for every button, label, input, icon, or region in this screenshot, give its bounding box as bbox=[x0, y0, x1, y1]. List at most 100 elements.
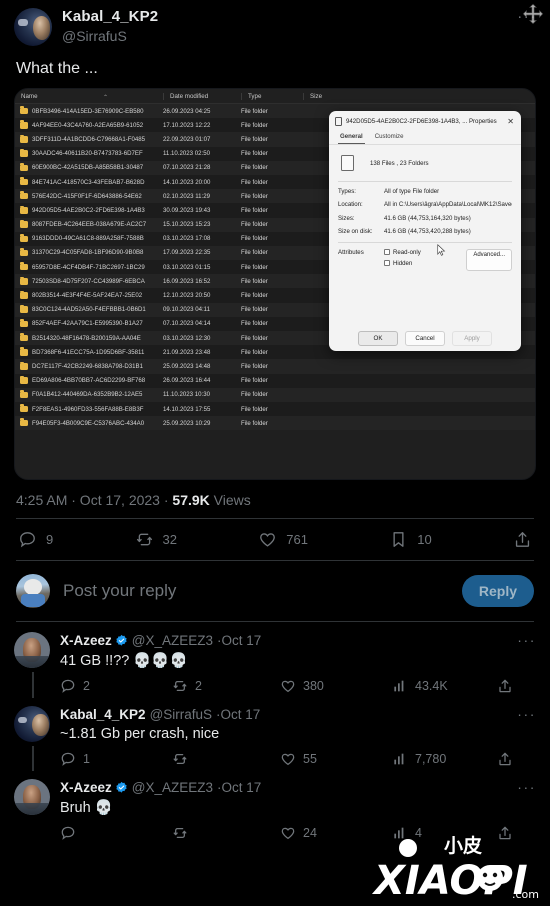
reply-comment-action[interactable] bbox=[60, 825, 172, 841]
reply-item[interactable]: X-Azeez @X_AZEEZ3 · Oct 17 ··· 41 GB !!?? 💀… bbox=[0, 622, 550, 698]
reply-date[interactable]: Oct 17 bbox=[222, 780, 262, 795]
column-header-name[interactable]: Name ⌃ bbox=[15, 93, 163, 101]
reply-item[interactable]: X-Azeez @X_AZEEZ3 · Oct 17 ··· Bruh 💀 24 4 bbox=[0, 769, 550, 843]
reply-views-count: 7,780 bbox=[415, 752, 447, 766]
reply-author-handle[interactable]: @X_AZEEZ3 bbox=[132, 633, 213, 648]
folder-icon bbox=[20, 177, 28, 186]
cell-date: 14.10.2023 20:00 bbox=[163, 178, 211, 186]
cell-name: 31370C29-4C05FAD8-1BF96D90-9B0B8 bbox=[15, 248, 163, 256]
verified-badge-icon bbox=[116, 634, 127, 646]
checkbox-label: Hidden bbox=[393, 259, 413, 267]
folder-icon bbox=[20, 333, 28, 342]
advanced-button[interactable]: Advanced... bbox=[466, 248, 512, 271]
property-value: 41.6 GB (44,753,164,320 bytes) bbox=[384, 214, 471, 222]
cell-date: 07.10.2023 21:28 bbox=[163, 164, 211, 172]
table-row[interactable]: ED69A806-4BB70BB7-AC6D2299-BF768 26.09.20… bbox=[15, 373, 535, 388]
reply-share-action[interactable] bbox=[497, 678, 513, 694]
reply-item[interactable]: Kabal_4_KP2 @SirrafuS · Oct 17 ··· ~1.81 Gb… bbox=[0, 696, 550, 771]
cell-type: File folder bbox=[241, 320, 268, 328]
avatar[interactable] bbox=[14, 8, 52, 46]
cell-name: 83C0C124-4AD52A50-F4EFBBB1-0B6D1 bbox=[15, 304, 163, 313]
replies-list: X-Azeez @X_AZEEZ3 · Oct 17 ··· 41 GB !!?? 💀… bbox=[0, 622, 550, 843]
cell-name: 30AADC46-40611B20-B7473783-6D7EF bbox=[15, 148, 163, 157]
author-display-name[interactable]: Kabal_4_KP2 bbox=[62, 8, 158, 26]
reply-more-button[interactable]: ··· bbox=[517, 779, 536, 795]
reply-date[interactable]: Oct 17 bbox=[222, 633, 262, 648]
avatar[interactable] bbox=[16, 574, 50, 608]
reply-views-action[interactable]: 7,780 bbox=[392, 751, 497, 767]
reply-views-action[interactable]: 4 bbox=[392, 825, 497, 841]
retweet-count: 32 bbox=[162, 532, 177, 547]
cell-type: File folder bbox=[241, 292, 268, 300]
reply-author-name[interactable]: X-Azeez bbox=[60, 780, 112, 795]
cell-name: ED69A806-4BB70BB7-AC6D2299-BF768 bbox=[15, 375, 163, 384]
reply-author-handle[interactable]: @X_AZEEZ3 bbox=[132, 780, 213, 795]
properties-summary-row: 138 Files , 23 Folders bbox=[338, 153, 512, 178]
reply-button[interactable]: Reply bbox=[461, 575, 534, 607]
cell-name: F0A1B412-440469DA-6352B9B2-12AE5 bbox=[15, 390, 163, 398]
reply-retweet-action[interactable]: 2 bbox=[172, 678, 280, 694]
table-row[interactable]: DC7E117F-42CB2249-6838A798-D31B1 25.09.20… bbox=[15, 359, 535, 374]
reply-like-action[interactable]: 24 bbox=[280, 825, 392, 841]
reply-author-name[interactable]: X-Azeez bbox=[60, 633, 112, 648]
cell-type: File folder bbox=[241, 334, 268, 342]
properties-dialog[interactable]: 942D05D5-4AE2B0C2-2FD6E398-1A4B3, ... Pr… bbox=[329, 111, 521, 351]
reply-more-button[interactable]: ··· bbox=[517, 632, 536, 648]
post-retweet-action[interactable]: 32 bbox=[135, 530, 177, 549]
reply-views-action[interactable]: 43.4K bbox=[392, 678, 497, 694]
folder-icon bbox=[20, 361, 28, 370]
post-like-action[interactable]: 761 bbox=[258, 530, 308, 549]
avatar[interactable] bbox=[14, 779, 50, 815]
avatar[interactable] bbox=[14, 632, 50, 668]
table-row[interactable]: F2F8EAS1-4960FD33-556FA88B-E8B3F 14.10.20… bbox=[15, 401, 535, 417]
checkbox-read-only[interactable]: Read-only bbox=[384, 249, 421, 256]
post-reply-action[interactable]: 9 bbox=[18, 530, 53, 549]
reply-like-action[interactable]: 55 bbox=[280, 751, 392, 767]
close-icon[interactable]: ✕ bbox=[504, 117, 517, 126]
reply-author-name[interactable]: Kabal_4_KP2 bbox=[60, 707, 146, 722]
checkbox-icon[interactable] bbox=[384, 260, 390, 267]
reply-share-action[interactable] bbox=[497, 825, 513, 841]
verified-badge-icon bbox=[116, 781, 127, 793]
tab-customize[interactable]: Customize bbox=[373, 131, 406, 144]
reply-comment-action[interactable]: 2 bbox=[60, 678, 172, 694]
analytics-icon bbox=[394, 680, 404, 692]
checkbox-icon[interactable] bbox=[384, 249, 390, 256]
reply-retweet-action[interactable] bbox=[172, 825, 280, 841]
svg-text:.com: .com bbox=[512, 888, 539, 901]
author-handle[interactable]: @SirrafuS bbox=[62, 28, 158, 45]
reply-share-action[interactable] bbox=[497, 751, 513, 767]
reply-input[interactable]: Post your reply bbox=[63, 581, 462, 601]
file-name: 942D05D5-4AE2B0C2-2FD6E398-1A4B3 bbox=[32, 206, 145, 214]
divider bbox=[338, 241, 512, 243]
reply-retweet-action[interactable] bbox=[172, 751, 280, 767]
post-bookmark-action[interactable]: 10 bbox=[389, 530, 432, 549]
reply-like-action[interactable]: 380 bbox=[280, 678, 392, 694]
file-name: 60E900BC-42A515DB-A85B58B1-30487 bbox=[32, 164, 144, 172]
checkbox-hidden[interactable]: Hidden bbox=[384, 260, 421, 267]
table-row[interactable]: F94E05F3-4B009C9E-C5376ABC-434A0 25.09.20… bbox=[15, 416, 535, 431]
cell-type: File folder bbox=[241, 192, 268, 200]
share-icon bbox=[499, 826, 511, 840]
cancel-button[interactable]: Cancel bbox=[405, 331, 445, 346]
cell-date: 25.09.2023 10:29 bbox=[163, 419, 211, 427]
reply-more-button[interactable]: ··· bbox=[517, 706, 536, 722]
reply-composer: Post your reply Reply bbox=[0, 561, 550, 621]
reply-date[interactable]: Oct 17 bbox=[221, 707, 261, 722]
column-header-type[interactable]: Type bbox=[241, 92, 303, 100]
tab-general[interactable]: General bbox=[338, 131, 365, 144]
folder-icon bbox=[20, 163, 28, 172]
column-header-date[interactable]: Date modified bbox=[163, 92, 241, 100]
avatar[interactable] bbox=[14, 706, 50, 742]
post-image-file-explorer[interactable]: Name ⌃ Date modified Type Size 0BFB3496-… bbox=[14, 88, 536, 480]
reply-author-handle[interactable]: @SirrafuS bbox=[150, 707, 212, 722]
ok-button[interactable]: OK bbox=[358, 331, 398, 346]
post-header: Kabal_4_KP2 @SirrafuS ··· bbox=[0, 0, 550, 46]
column-header-size[interactable]: Size bbox=[303, 92, 343, 100]
mouse-cursor-icon bbox=[437, 244, 446, 256]
post-share-action[interactable] bbox=[513, 530, 532, 549]
properties-summary-text: 138 Files , 23 Folders bbox=[370, 159, 429, 167]
reply-comment-action[interactable]: 1 bbox=[60, 751, 172, 767]
file-name: 802B3514-4E3F4F4E-5AF24EA7-25E02 bbox=[32, 292, 143, 300]
table-row[interactable]: F0A1B412-440469DA-6352B9B2-12AE5 11.10.20… bbox=[15, 387, 535, 402]
